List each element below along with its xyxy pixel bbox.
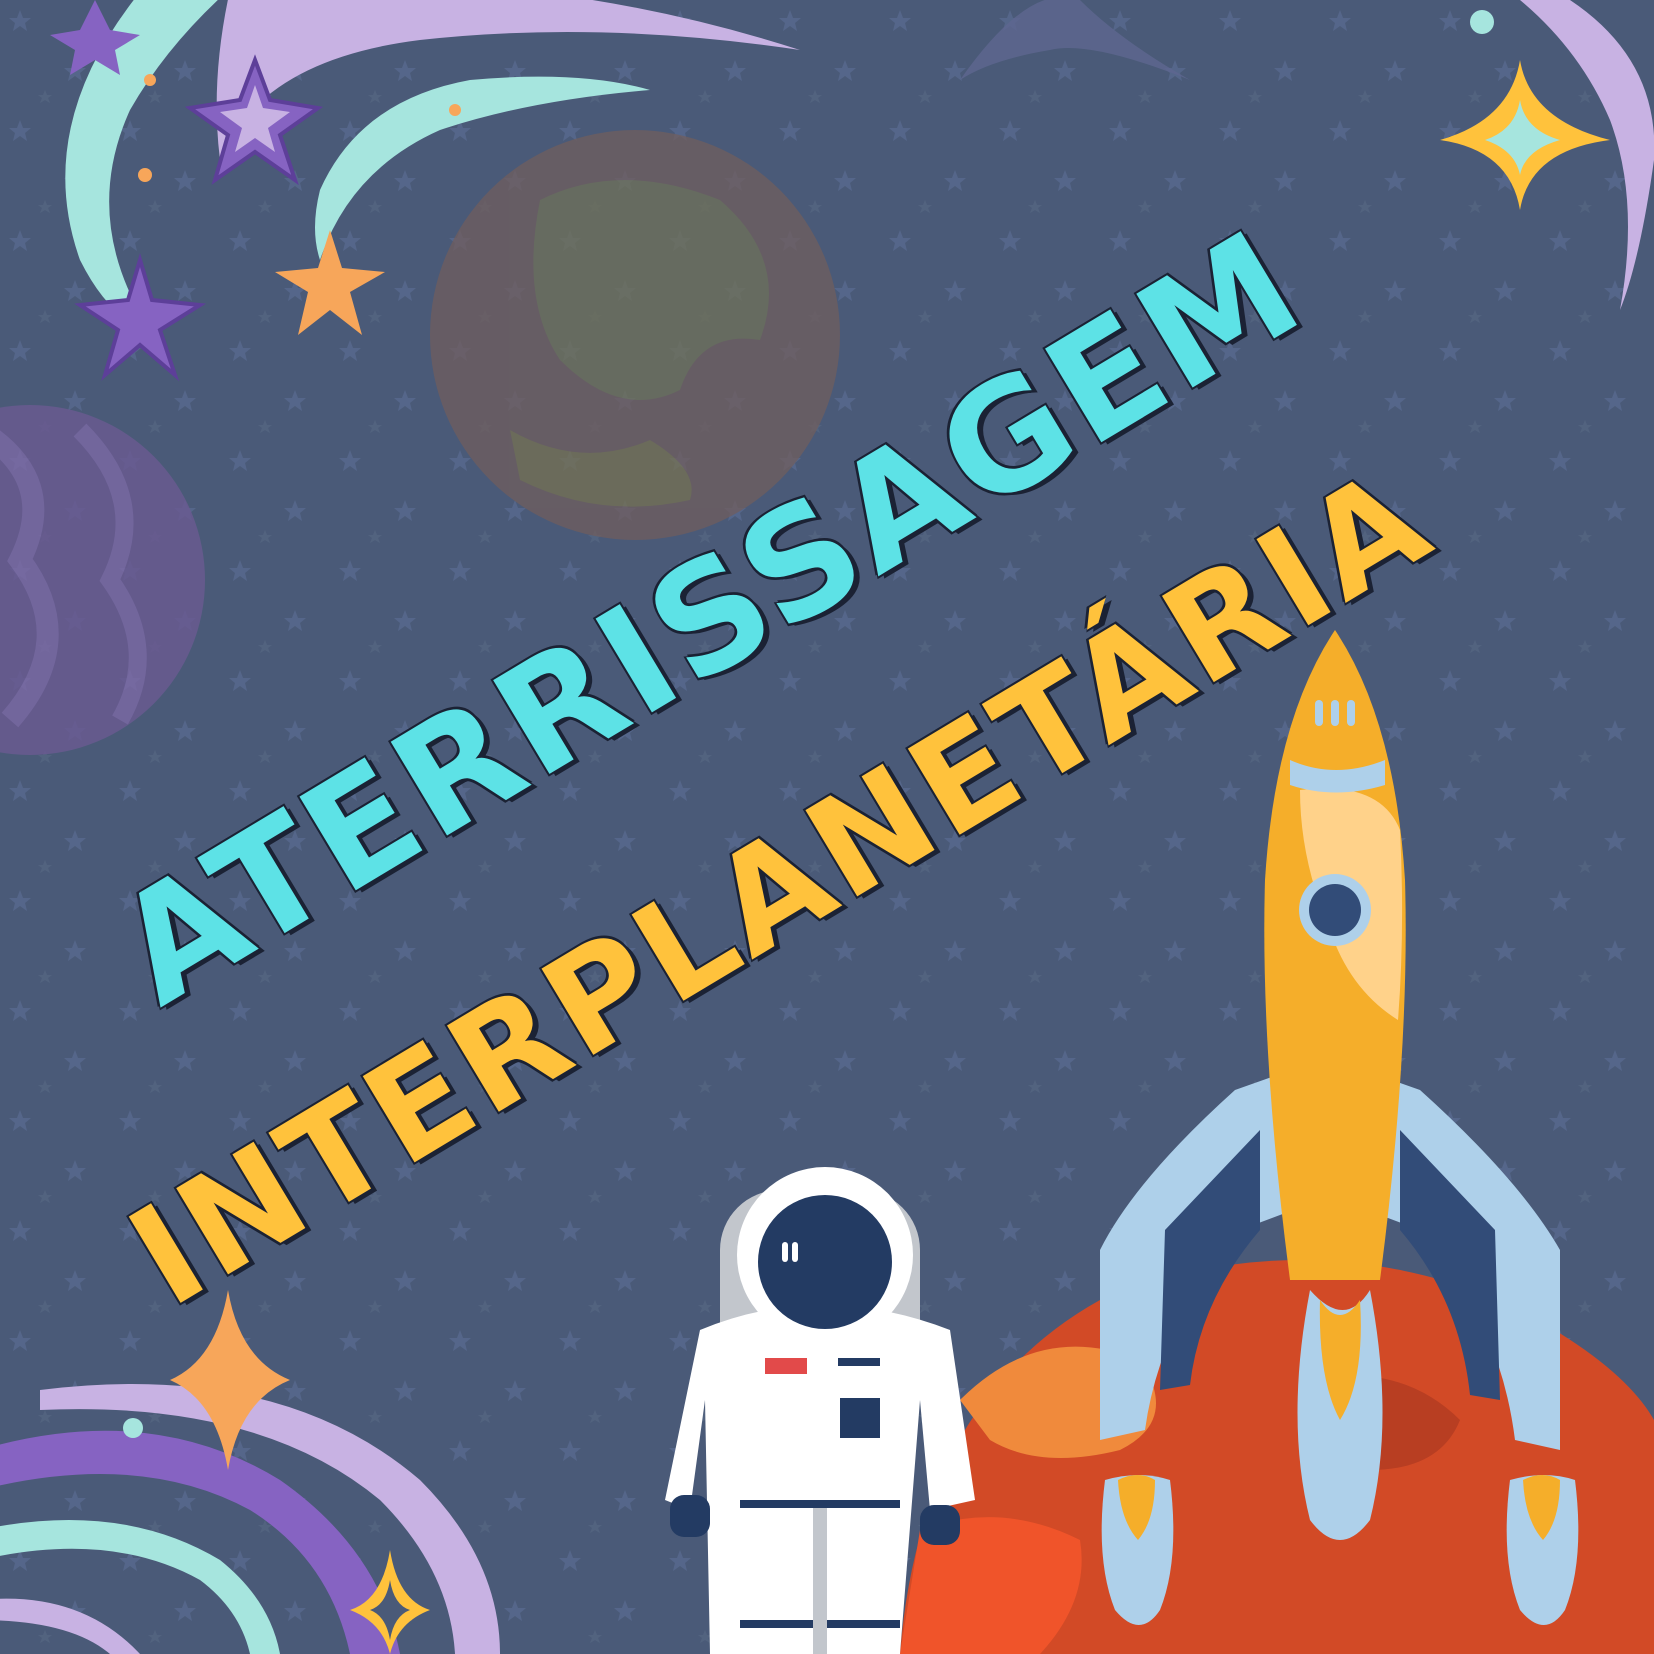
poster-canvas: ATERRISSAGEM INTERPLANETÁRIA bbox=[0, 0, 1654, 1654]
dot-icon bbox=[138, 168, 152, 182]
dot-icon bbox=[123, 1418, 143, 1438]
dot-icon bbox=[449, 104, 461, 116]
dot-icon bbox=[1470, 10, 1494, 34]
dot-icon bbox=[144, 74, 156, 86]
